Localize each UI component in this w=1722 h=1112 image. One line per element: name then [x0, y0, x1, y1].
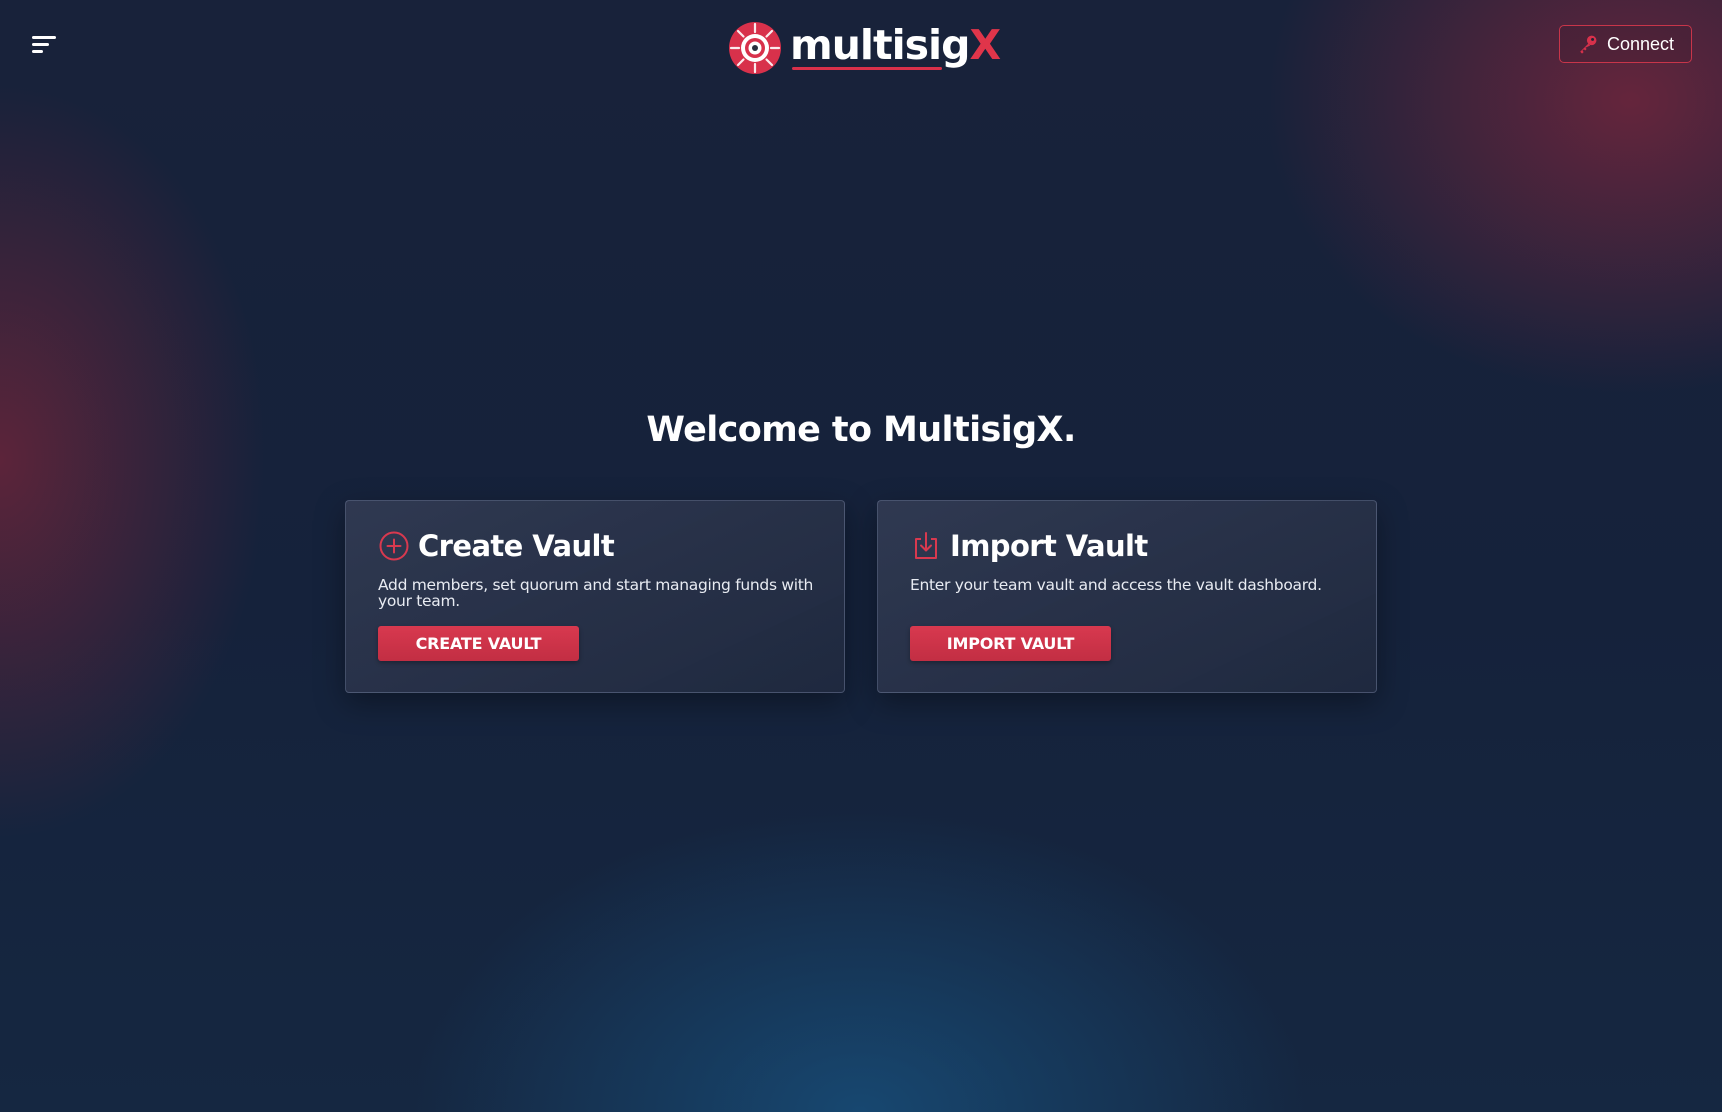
menu-line [32, 43, 49, 46]
logo-text-accent: X [969, 21, 1001, 69]
create-vault-button[interactable]: CREATE VAULT [378, 626, 579, 661]
logo-wordmark: multisigX [790, 21, 1001, 70]
import-vault-button[interactable]: IMPORT VAULT [910, 626, 1111, 661]
multisigx-logo[interactable]: multisigX [728, 20, 1001, 76]
menu-line [32, 50, 43, 53]
welcome-title: Welcome to MultisigX. [646, 410, 1076, 450]
target-logo-icon [729, 22, 781, 74]
card-description: Enter your team vault and access the vau… [910, 576, 1322, 594]
hamburger-menu-icon[interactable] [32, 34, 58, 56]
connect-button-label: Connect [1606, 33, 1675, 54]
card-header: Create Vault [378, 528, 615, 564]
create-vault-card: Create Vault Add members, set quorum and… [345, 500, 845, 693]
logo-underline [792, 67, 943, 70]
menu-line [32, 36, 56, 39]
key-icon [1580, 35, 1597, 54]
import-vault-card: Import Vault Enter your team vault and a… [877, 500, 1377, 693]
logo-text-main: multisig [790, 21, 970, 69]
card-title: Import Vault [950, 529, 1148, 563]
card-title: Create Vault [418, 529, 615, 563]
import-download-icon [915, 532, 937, 559]
plus-circle-icon [379, 531, 409, 561]
card-header: Import Vault [910, 528, 1148, 564]
connect-button[interactable]: Connect [1559, 25, 1692, 63]
card-description: Add members, set quorum and start managi… [378, 576, 814, 610]
